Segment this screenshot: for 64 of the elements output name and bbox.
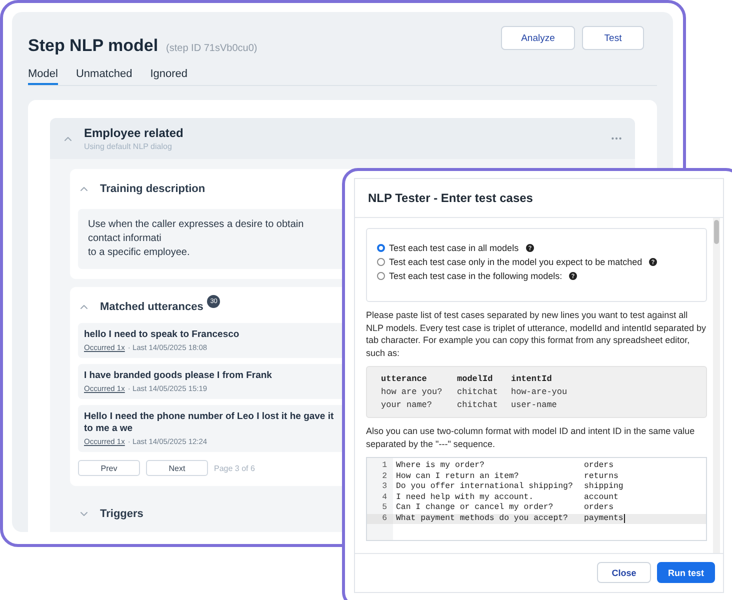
tab[interactable]: Unmatched (76, 68, 132, 85)
help-icon[interactable] (569, 272, 578, 280)
line-number: 3 (381, 482, 388, 492)
section-title: Triggers (100, 508, 144, 520)
editor-intent: shipping (584, 482, 624, 492)
next-button[interactable]: Next (146, 460, 208, 476)
line-number: 6 (367, 514, 393, 524)
prev-button[interactable]: Prev (78, 460, 140, 476)
editor-utterance: I need help with my account. (396, 492, 535, 503)
utterance-text: Hello I need the phone number of Leo I lost it he gave it to me a we (84, 411, 334, 435)
action-button[interactable]: Test (582, 26, 644, 50)
line-number: 5 (381, 503, 388, 514)
instructions-text: Please paste list of test cases separated by new lines you want to test against all NLP models. Every test case is triplet of utterance, modelId and intentId separated by tab character. For example you can copy this format from any spreadsheet editor, such as: (366, 309, 707, 359)
example-value: chitchat (457, 400, 499, 410)
editor-intent: account (584, 492, 618, 503)
test-cases-editor[interactable] (366, 457, 707, 541)
editor-intent: payments (584, 514, 624, 524)
help-icon[interactable] (526, 244, 534, 252)
model-name: Employee related (84, 126, 184, 140)
editor-intent: returns (584, 472, 618, 482)
section-title: Matched utterances (100, 301, 204, 313)
line-number: 2 (381, 472, 388, 482)
text-cursor (624, 514, 626, 522)
model-subtitle: Using default NLP dialog (84, 142, 173, 151)
note-text: Also you can use two-column format with model ID and intent ID in the same value separated by the "---" sequence. (366, 425, 696, 450)
editor-utterance: Where is my order? (396, 461, 486, 472)
step-id: (step ID 71sVb0cu0) (166, 43, 258, 54)
example-value: user-name (511, 400, 558, 410)
option-label: Test each test case in all models (389, 243, 519, 253)
editor-utterance: What payment methods do you accept? (396, 514, 569, 524)
example-header: utterance (381, 374, 428, 384)
example-header: intentId (511, 374, 553, 384)
dialog-title: NLP Tester - Enter test cases (355, 179, 723, 218)
editor-utterance: Do you offer international shipping? (396, 482, 574, 492)
utterance-text: I have branded goods please I from Frank (84, 370, 273, 382)
radio-button[interactable] (377, 272, 385, 280)
tab[interactable]: Model (28, 68, 58, 85)
section-title: Training description (100, 183, 206, 195)
page-title: Step NLP model (28, 36, 158, 56)
editor-utterance: How can I return an item? (396, 472, 520, 482)
scrollbar[interactable] (713, 218, 720, 553)
action-button[interactable]: Analyze (501, 26, 575, 50)
line-number: 4 (381, 492, 388, 503)
example-value: your name? (381, 400, 434, 410)
editor-intent: orders (584, 461, 614, 472)
radio-button[interactable] (377, 258, 385, 266)
radio-button[interactable] (377, 244, 385, 252)
run-test-button[interactable]: Run test (657, 562, 715, 583)
scrollbar-thumb[interactable] (714, 220, 719, 244)
option-label: Test each test case only in the model you expect to be matched (389, 257, 642, 267)
editor-intent: orders (584, 503, 614, 514)
utterance-text: hello I need to speak to Francesco (84, 329, 240, 341)
example-value: how-are-you (511, 387, 568, 397)
line-number: 1 (381, 461, 388, 472)
close-button[interactable]: Close (597, 562, 651, 583)
example-value: chitchat (457, 387, 499, 397)
help-icon[interactable] (649, 258, 658, 266)
description-text: to a specific employee. (88, 246, 191, 260)
example-header: modelId (457, 374, 494, 384)
example-value: how are you? (381, 387, 444, 397)
tab[interactable]: Ignored (150, 68, 188, 85)
editor-utterance: Can I change or cancel my order? (396, 503, 554, 514)
page-indicator: Page 3 of 6 (214, 464, 255, 472)
option-label: Test each test case in the following models: (389, 271, 562, 281)
